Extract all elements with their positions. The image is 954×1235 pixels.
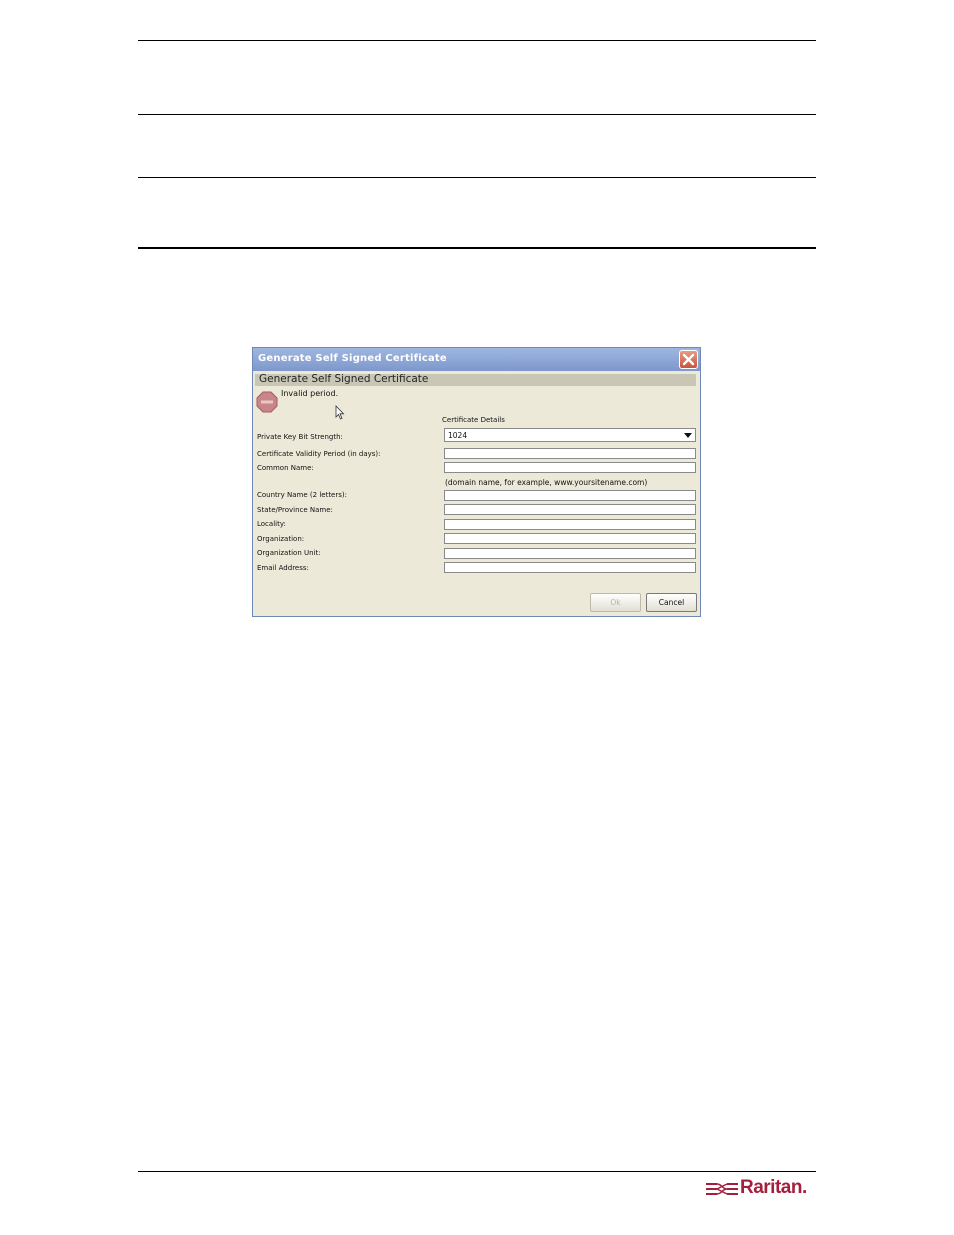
state-label: State/Province Name: bbox=[257, 506, 333, 514]
locality-input[interactable] bbox=[444, 519, 696, 530]
raritan-logo-icon bbox=[706, 1183, 738, 1195]
country-input[interactable] bbox=[444, 490, 696, 501]
state-input[interactable] bbox=[444, 504, 696, 515]
close-button[interactable] bbox=[679, 350, 698, 369]
dialog-header-text: Generate Self Signed Certificate bbox=[259, 373, 429, 385]
org-unit-label: Organization Unit: bbox=[257, 549, 321, 557]
close-icon bbox=[682, 353, 695, 366]
key-strength-select[interactable]: 1024 bbox=[444, 428, 696, 442]
ok-button[interactable]: Ok bbox=[590, 593, 641, 612]
dialog-title: Generate Self Signed Certificate bbox=[258, 353, 447, 364]
header-rule-2 bbox=[138, 114, 816, 115]
validity-input[interactable] bbox=[444, 448, 696, 459]
stop-error-icon bbox=[256, 391, 278, 413]
certificate-details-label: Certificate Details bbox=[442, 416, 505, 424]
email-input[interactable] bbox=[444, 562, 696, 573]
country-label: Country Name (2 letters): bbox=[257, 491, 347, 499]
key-strength-value: 1024 bbox=[448, 431, 468, 440]
header-rule-4 bbox=[138, 247, 816, 249]
raritan-logo-text: Raritan. bbox=[740, 1177, 807, 1198]
locality-label: Locality: bbox=[257, 520, 286, 528]
cancel-button[interactable]: Cancel bbox=[646, 593, 697, 612]
common-name-input[interactable] bbox=[444, 462, 696, 473]
validity-label: Certificate Validity Period (in days): bbox=[257, 450, 381, 458]
generate-certificate-dialog: Generate Self Signed Certificate Generat… bbox=[252, 347, 701, 617]
common-name-hint: (domain name, for example, www.yoursiten… bbox=[445, 478, 648, 487]
key-strength-label: Private Key Bit Strength: bbox=[257, 433, 343, 441]
raritan-logo: Raritan. bbox=[706, 1177, 807, 1205]
organization-input[interactable] bbox=[444, 533, 696, 544]
header-rule-1 bbox=[138, 40, 816, 41]
error-message: Invalid period. bbox=[281, 389, 339, 398]
email-label: Email Address: bbox=[257, 564, 309, 572]
common-name-label: Common Name: bbox=[257, 464, 314, 472]
dropdown-arrow-icon bbox=[684, 433, 692, 438]
mouse-cursor-icon bbox=[335, 405, 345, 420]
dialog-titlebar: Generate Self Signed Certificate bbox=[253, 348, 700, 371]
footer-rule bbox=[138, 1171, 816, 1172]
org-unit-input[interactable] bbox=[444, 548, 696, 559]
organization-label: Organization: bbox=[257, 535, 305, 543]
header-rule-3 bbox=[138, 177, 816, 178]
dialog-header: Generate Self Signed Certificate bbox=[255, 373, 696, 386]
